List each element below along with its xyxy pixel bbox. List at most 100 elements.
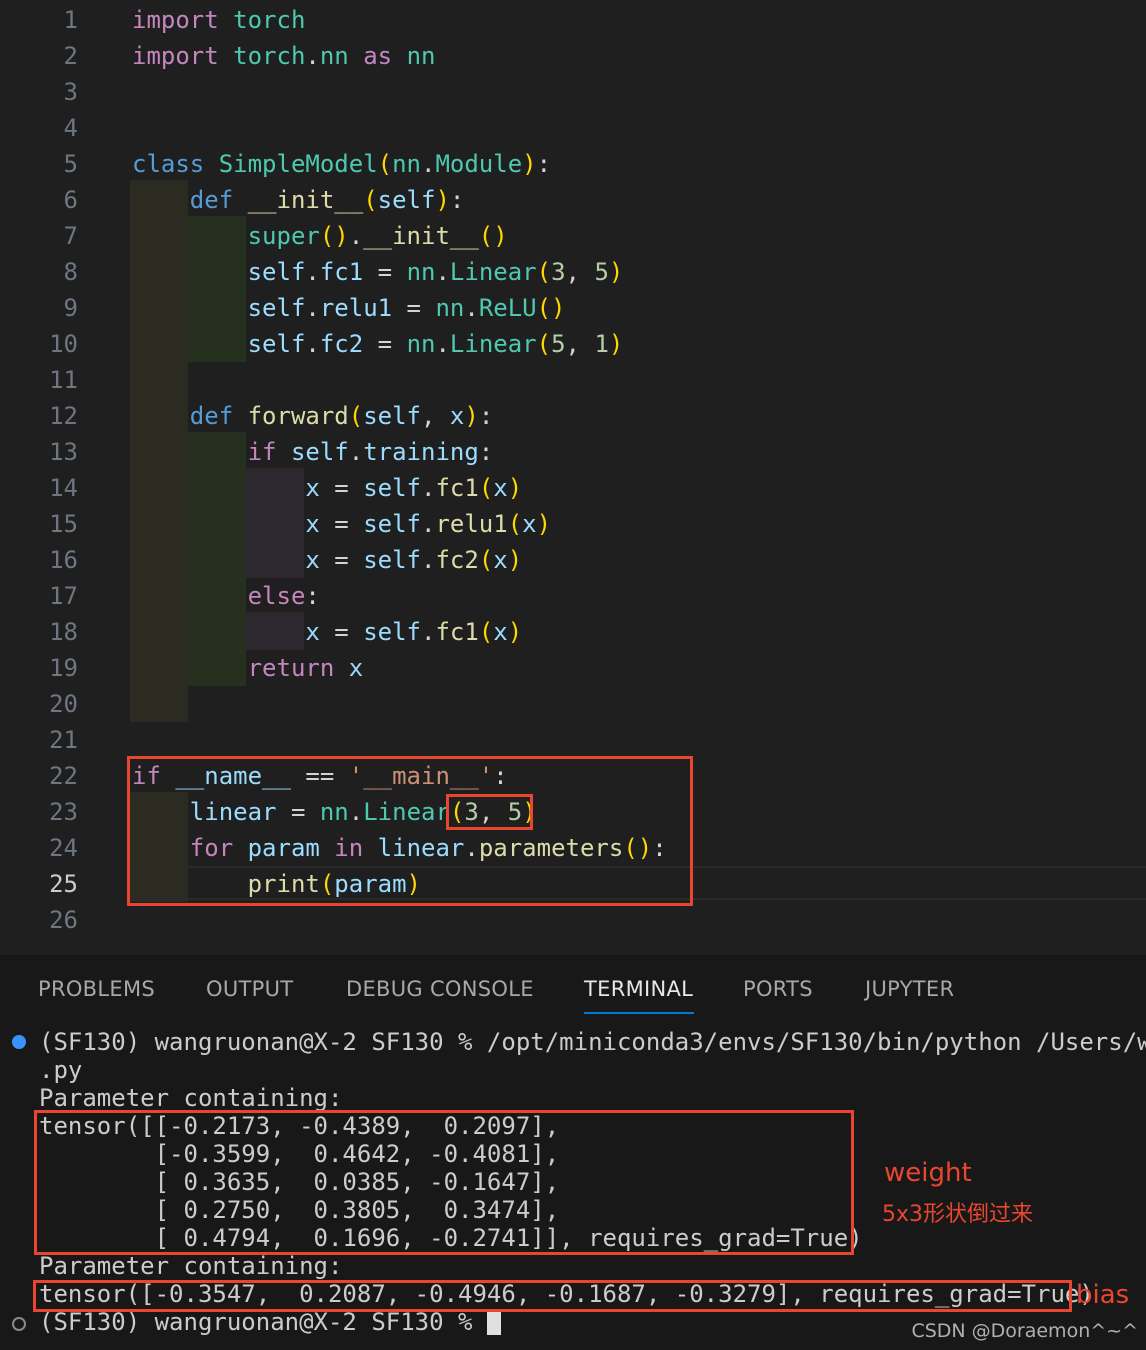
terminal-cursor	[486, 1309, 501, 1335]
code-text: self.fc1 = nn.Linear(3, 5)	[132, 254, 624, 290]
line-number: 8	[63, 258, 78, 286]
code-token: .	[421, 618, 436, 646]
code-token: .	[348, 222, 364, 250]
code-token: self	[363, 546, 421, 574]
code-token: class	[132, 150, 205, 178]
code-token: x	[449, 402, 465, 430]
code-line[interactable]: 8 self.fc1 = nn.Linear(3, 5)	[0, 254, 1146, 290]
code-token: torch	[218, 6, 306, 34]
line-number: 5	[63, 150, 78, 178]
code-token: .	[421, 546, 436, 574]
tab-ports[interactable]: PORTS	[743, 977, 813, 1001]
code-line[interactable]: 5 class SimpleModel(nn.Module):	[0, 146, 1146, 182]
code-token: Linear	[449, 258, 537, 286]
code-token: self	[363, 510, 421, 538]
code-token: ()	[536, 294, 566, 322]
code-token: __init__	[363, 222, 479, 250]
code-token: x	[493, 546, 508, 574]
code-text: x = self.fc2(x)	[132, 542, 522, 578]
line-number: 18	[49, 618, 78, 646]
code-line[interactable]: 11	[0, 362, 1146, 398]
bias-highlight-box	[33, 1280, 1072, 1312]
code-token: ,	[565, 258, 595, 286]
code-token: nn	[319, 42, 349, 70]
code-token: .	[348, 438, 364, 466]
code-token: x	[493, 618, 508, 646]
code-line[interactable]: 7 super().__init__()	[0, 218, 1146, 254]
terminal-prompt: (SF130) wangruonan@X-2 SF130 %	[39, 1308, 487, 1336]
command-success-dot-icon	[12, 1035, 26, 1049]
code-token: ()	[319, 222, 349, 250]
code-line[interactable]: 21	[0, 722, 1146, 758]
code-line[interactable]: 1 import torch	[0, 2, 1146, 38]
line-number: 2	[63, 42, 78, 70]
code-text: self.fc2 = nn.Linear(5, 1)	[132, 326, 624, 362]
code-token: =	[363, 258, 407, 286]
code-line[interactable]: 14 x = self.fc1(x)	[0, 470, 1146, 506]
code-editor[interactable]: 1 import torch 2 import torch.nn as nn 3 4 5 cl…	[0, 0, 1146, 955]
code-line[interactable]: 18 x = self.fc1(x)	[0, 614, 1146, 650]
code-token: self	[363, 402, 421, 430]
active-tab-underline	[584, 1012, 694, 1014]
line-number: 26	[49, 906, 78, 934]
code-token: )	[536, 510, 552, 538]
code-line[interactable]: 4	[0, 110, 1146, 146]
code-token: self	[363, 618, 421, 646]
line-number: 4	[63, 114, 78, 142]
tab-debug-console[interactable]: DEBUG CONSOLE	[346, 977, 534, 1001]
code-token: fc1	[435, 618, 479, 646]
line-number: 1	[63, 6, 78, 34]
code-token: def	[189, 402, 234, 430]
code-line[interactable]: 2 import torch.nn as nn	[0, 38, 1146, 74]
code-token: =	[319, 474, 364, 502]
code-token: .	[421, 510, 436, 538]
code-line[interactable]: 20	[0, 686, 1146, 722]
code-line[interactable]: 9 self.relu1 = nn.ReLU()	[0, 290, 1146, 326]
code-token: 3	[551, 258, 566, 286]
code-token: x	[522, 510, 537, 538]
code-line[interactable]: 6 def __init__(self):	[0, 182, 1146, 218]
code-line[interactable]: 15 x = self.relu1(x)	[0, 506, 1146, 542]
code-line[interactable]: 12 def forward(self, x):	[0, 398, 1146, 434]
code-text: super().__init__()	[132, 218, 508, 254]
tab-terminal[interactable]: TERMINAL	[584, 977, 693, 1001]
terminal-prompt-line[interactable]: (SF130) wangruonan@X-2 SF130 %	[39, 1308, 501, 1336]
code-token: def	[189, 186, 234, 214]
code-text: def forward(self, x):	[132, 398, 493, 434]
watermark: CSDN @Doraemon^~^	[911, 1320, 1138, 1342]
code-line[interactable]: 19 return x	[0, 650, 1146, 686]
code-token: self	[377, 186, 436, 214]
code-token: super	[247, 222, 320, 250]
weight-annotation: weight	[884, 1158, 972, 1188]
code-token: .	[305, 330, 320, 358]
code-token: fc2	[319, 330, 364, 358]
tab-output[interactable]: OUTPUT	[206, 977, 293, 1001]
code-line[interactable]: 16 x = self.fc2(x)	[0, 542, 1146, 578]
line-number: 9	[63, 294, 78, 322]
code-token: 1	[594, 330, 609, 358]
code-token: self	[247, 294, 306, 322]
code-token: relu1	[435, 510, 508, 538]
bias-annotation: bias	[1076, 1280, 1130, 1310]
code-text: def __init__(self):	[132, 182, 465, 218]
code-token: import	[132, 6, 219, 34]
code-token: nn	[406, 330, 436, 358]
code-line[interactable]: 10 self.fc2 = nn.Linear(5, 1)	[0, 326, 1146, 362]
code-line[interactable]: 3	[0, 74, 1146, 110]
panel-tabs: PROBLEMS OUTPUT DEBUG CONSOLE TERMINAL P…	[0, 955, 1146, 1025]
code-line[interactable]: 26	[0, 902, 1146, 938]
tab-jupyter[interactable]: JUPYTER	[865, 977, 954, 1001]
line-number: 24	[49, 834, 78, 862]
tab-problems[interactable]: PROBLEMS	[38, 977, 155, 1001]
code-line[interactable]: 13 if self.training:	[0, 434, 1146, 470]
code-text: import torch	[132, 2, 305, 38]
code-token: :	[305, 582, 320, 610]
code-line[interactable]: 17 else:	[0, 578, 1146, 614]
